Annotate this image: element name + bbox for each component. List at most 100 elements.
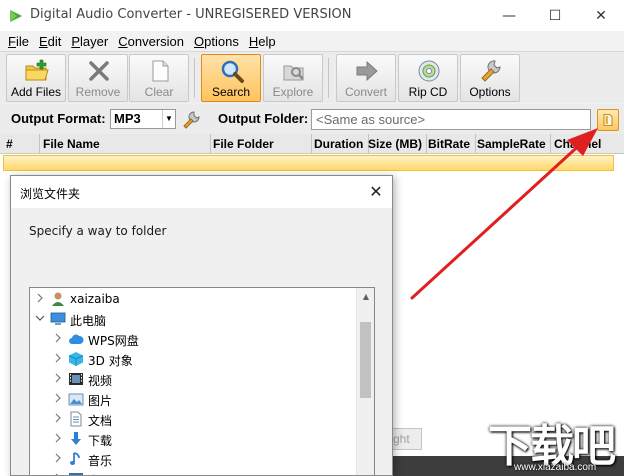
column-divider <box>426 134 427 154</box>
remove-x-icon <box>89 61 109 81</box>
cloud-drive-icon <box>69 334 84 344</box>
chevron-right-icon <box>55 333 61 343</box>
toolbar-separator <box>194 58 195 98</box>
tree-item-this-pc[interactable]: 此电脑 <box>30 309 350 329</box>
column-header-size[interactable]: Size (MB) <box>368 137 426 151</box>
browse-folder-button[interactable] <box>597 109 619 131</box>
column-divider <box>311 134 312 154</box>
explore-button[interactable]: Explore <box>263 54 323 102</box>
column-header-samplerate[interactable]: SampleRate <box>477 137 549 151</box>
format-settings-icon[interactable] <box>181 110 201 130</box>
search-button[interactable]: Search <box>201 54 261 102</box>
open-folder-icon <box>603 114 613 126</box>
rip-cd-button[interactable]: Rip CD <box>398 54 458 102</box>
cd-disc-icon <box>418 60 440 82</box>
column-divider <box>475 134 476 154</box>
convert-button[interactable]: Convert <box>336 54 396 102</box>
output-settings-row: Output Format: MP3 ▼ Output Folder: <Sam… <box>0 104 624 134</box>
tree-item-wps-drive[interactable]: WPS网盘 <box>30 329 350 349</box>
add-folder-icon <box>25 59 49 81</box>
menu-file[interactable]: File <box>4 34 35 49</box>
selected-table-row[interactable] <box>3 155 614 171</box>
chevron-right-icon <box>55 373 61 383</box>
user-icon <box>52 292 64 306</box>
music-folder-icon <box>70 452 80 465</box>
browse-folder-dialog: 浏览文件夹 ✕ Specify a way to folder xaizaiba… <box>10 175 393 476</box>
tree-item-music[interactable]: 音乐 <box>30 449 350 469</box>
output-format-label: Output Format: <box>11 111 106 126</box>
column-header-duration[interactable]: Duration <box>314 137 368 151</box>
tree-item-desktop[interactable]: 桌面 <box>30 469 350 475</box>
tree-item-documents[interactable]: 文档 <box>30 409 350 429</box>
search-icon <box>221 60 244 83</box>
dropdown-arrow-icon: ▼ <box>162 110 175 128</box>
menu-bar: File Edit Player Conversion Options Help <box>0 31 624 51</box>
scroll-up-icon[interactable]: ▲ <box>357 288 374 306</box>
minimize-button[interactable]: — <box>486 0 532 31</box>
toolbar-separator <box>328 58 329 98</box>
maximize-icon: ☐ <box>548 7 562 24</box>
chevron-right-icon <box>55 453 61 463</box>
close-button[interactable]: ✕ <box>578 0 624 31</box>
column-divider <box>550 134 551 154</box>
column-header-bitrate[interactable]: BitRate <box>428 137 474 151</box>
column-header-channel[interactable]: Channel <box>554 137 620 151</box>
chevron-right-icon <box>55 473 58 475</box>
chevron-right-icon <box>37 293 43 303</box>
watermark-url: www.xiazaiba.com <box>514 462 597 473</box>
options-button[interactable]: Options <box>460 54 520 102</box>
column-header-file-folder[interactable]: File Folder <box>213 137 310 151</box>
scrollbar-thumb[interactable] <box>360 322 371 398</box>
dialog-title: 浏览文件夹 <box>20 187 81 201</box>
close-icon: ✕ <box>369 182 383 201</box>
maximize-button[interactable]: ☐ <box>532 0 578 31</box>
chevron-right-icon <box>55 393 61 403</box>
video-folder-icon <box>69 373 83 385</box>
title-bar: Digital Audio Converter - UNREGISERED VE… <box>0 0 624 31</box>
menu-options[interactable]: Options <box>190 34 245 49</box>
remove-button[interactable]: Remove <box>68 54 128 102</box>
tree-scrollbar[interactable]: ▲ <box>356 288 374 475</box>
app-logo-icon <box>10 10 22 22</box>
tree-item-user[interactable]: xaizaiba <box>30 289 350 309</box>
menu-edit[interactable]: Edit <box>35 34 67 49</box>
menu-help[interactable]: Help <box>245 34 282 49</box>
pictures-folder-icon <box>68 393 84 406</box>
close-icon: ✕ <box>595 7 607 24</box>
add-files-button[interactable]: Add Files <box>6 54 66 102</box>
clear-button[interactable]: Clear <box>129 54 189 102</box>
chevron-right-icon <box>55 413 61 423</box>
download-folder-icon <box>71 432 81 445</box>
dialog-title-bar: 浏览文件夹 ✕ <box>11 176 392 208</box>
window-title: Digital Audio Converter - UNREGISERED VE… <box>30 7 352 22</box>
tree-item-pictures[interactable]: 图片 <box>30 389 350 409</box>
blank-page-icon <box>152 60 169 82</box>
explore-folder-icon <box>283 65 304 81</box>
output-folder-label: Output Folder: <box>218 111 309 126</box>
column-header-file-name[interactable]: File Name <box>43 137 209 151</box>
tree-item-downloads[interactable]: 下载 <box>30 429 350 449</box>
dialog-description: Specify a way to folder <box>29 224 167 238</box>
3d-objects-icon <box>68 352 84 366</box>
chevron-right-icon <box>55 353 61 363</box>
menu-conversion[interactable]: Conversion <box>114 34 190 49</box>
table-header: # File Name File Folder Duration Size (M… <box>0 134 624 154</box>
output-format-select[interactable]: MP3 ▼ <box>110 109 176 129</box>
column-header-index[interactable]: # <box>6 137 36 151</box>
toolbar: Add Files Remove Clear Search Explore Co… <box>0 51 624 103</box>
folder-tree[interactable]: xaizaiba 此电脑 WPS网盘 3D 对象 视频 图片 文档 下载 音乐 … <box>29 287 375 475</box>
wrench-icon <box>481 60 501 82</box>
chevron-down-icon <box>35 315 45 321</box>
output-folder-input[interactable]: <Same as source> <box>311 109 591 130</box>
computer-icon <box>50 312 66 325</box>
column-divider <box>210 134 211 154</box>
convert-arrow-icon <box>356 60 378 82</box>
column-divider <box>39 134 40 154</box>
site-watermark: 下载吧 www.xiazaiba.com <box>488 414 620 474</box>
tree-item-3d-objects[interactable]: 3D 对象 <box>30 349 350 369</box>
menu-player[interactable]: Player <box>67 34 114 49</box>
tree-item-videos[interactable]: 视频 <box>30 369 350 389</box>
documents-folder-icon <box>70 411 82 427</box>
desktop-folder-icon <box>69 473 83 475</box>
dialog-close-button[interactable]: ✕ <box>364 180 388 204</box>
